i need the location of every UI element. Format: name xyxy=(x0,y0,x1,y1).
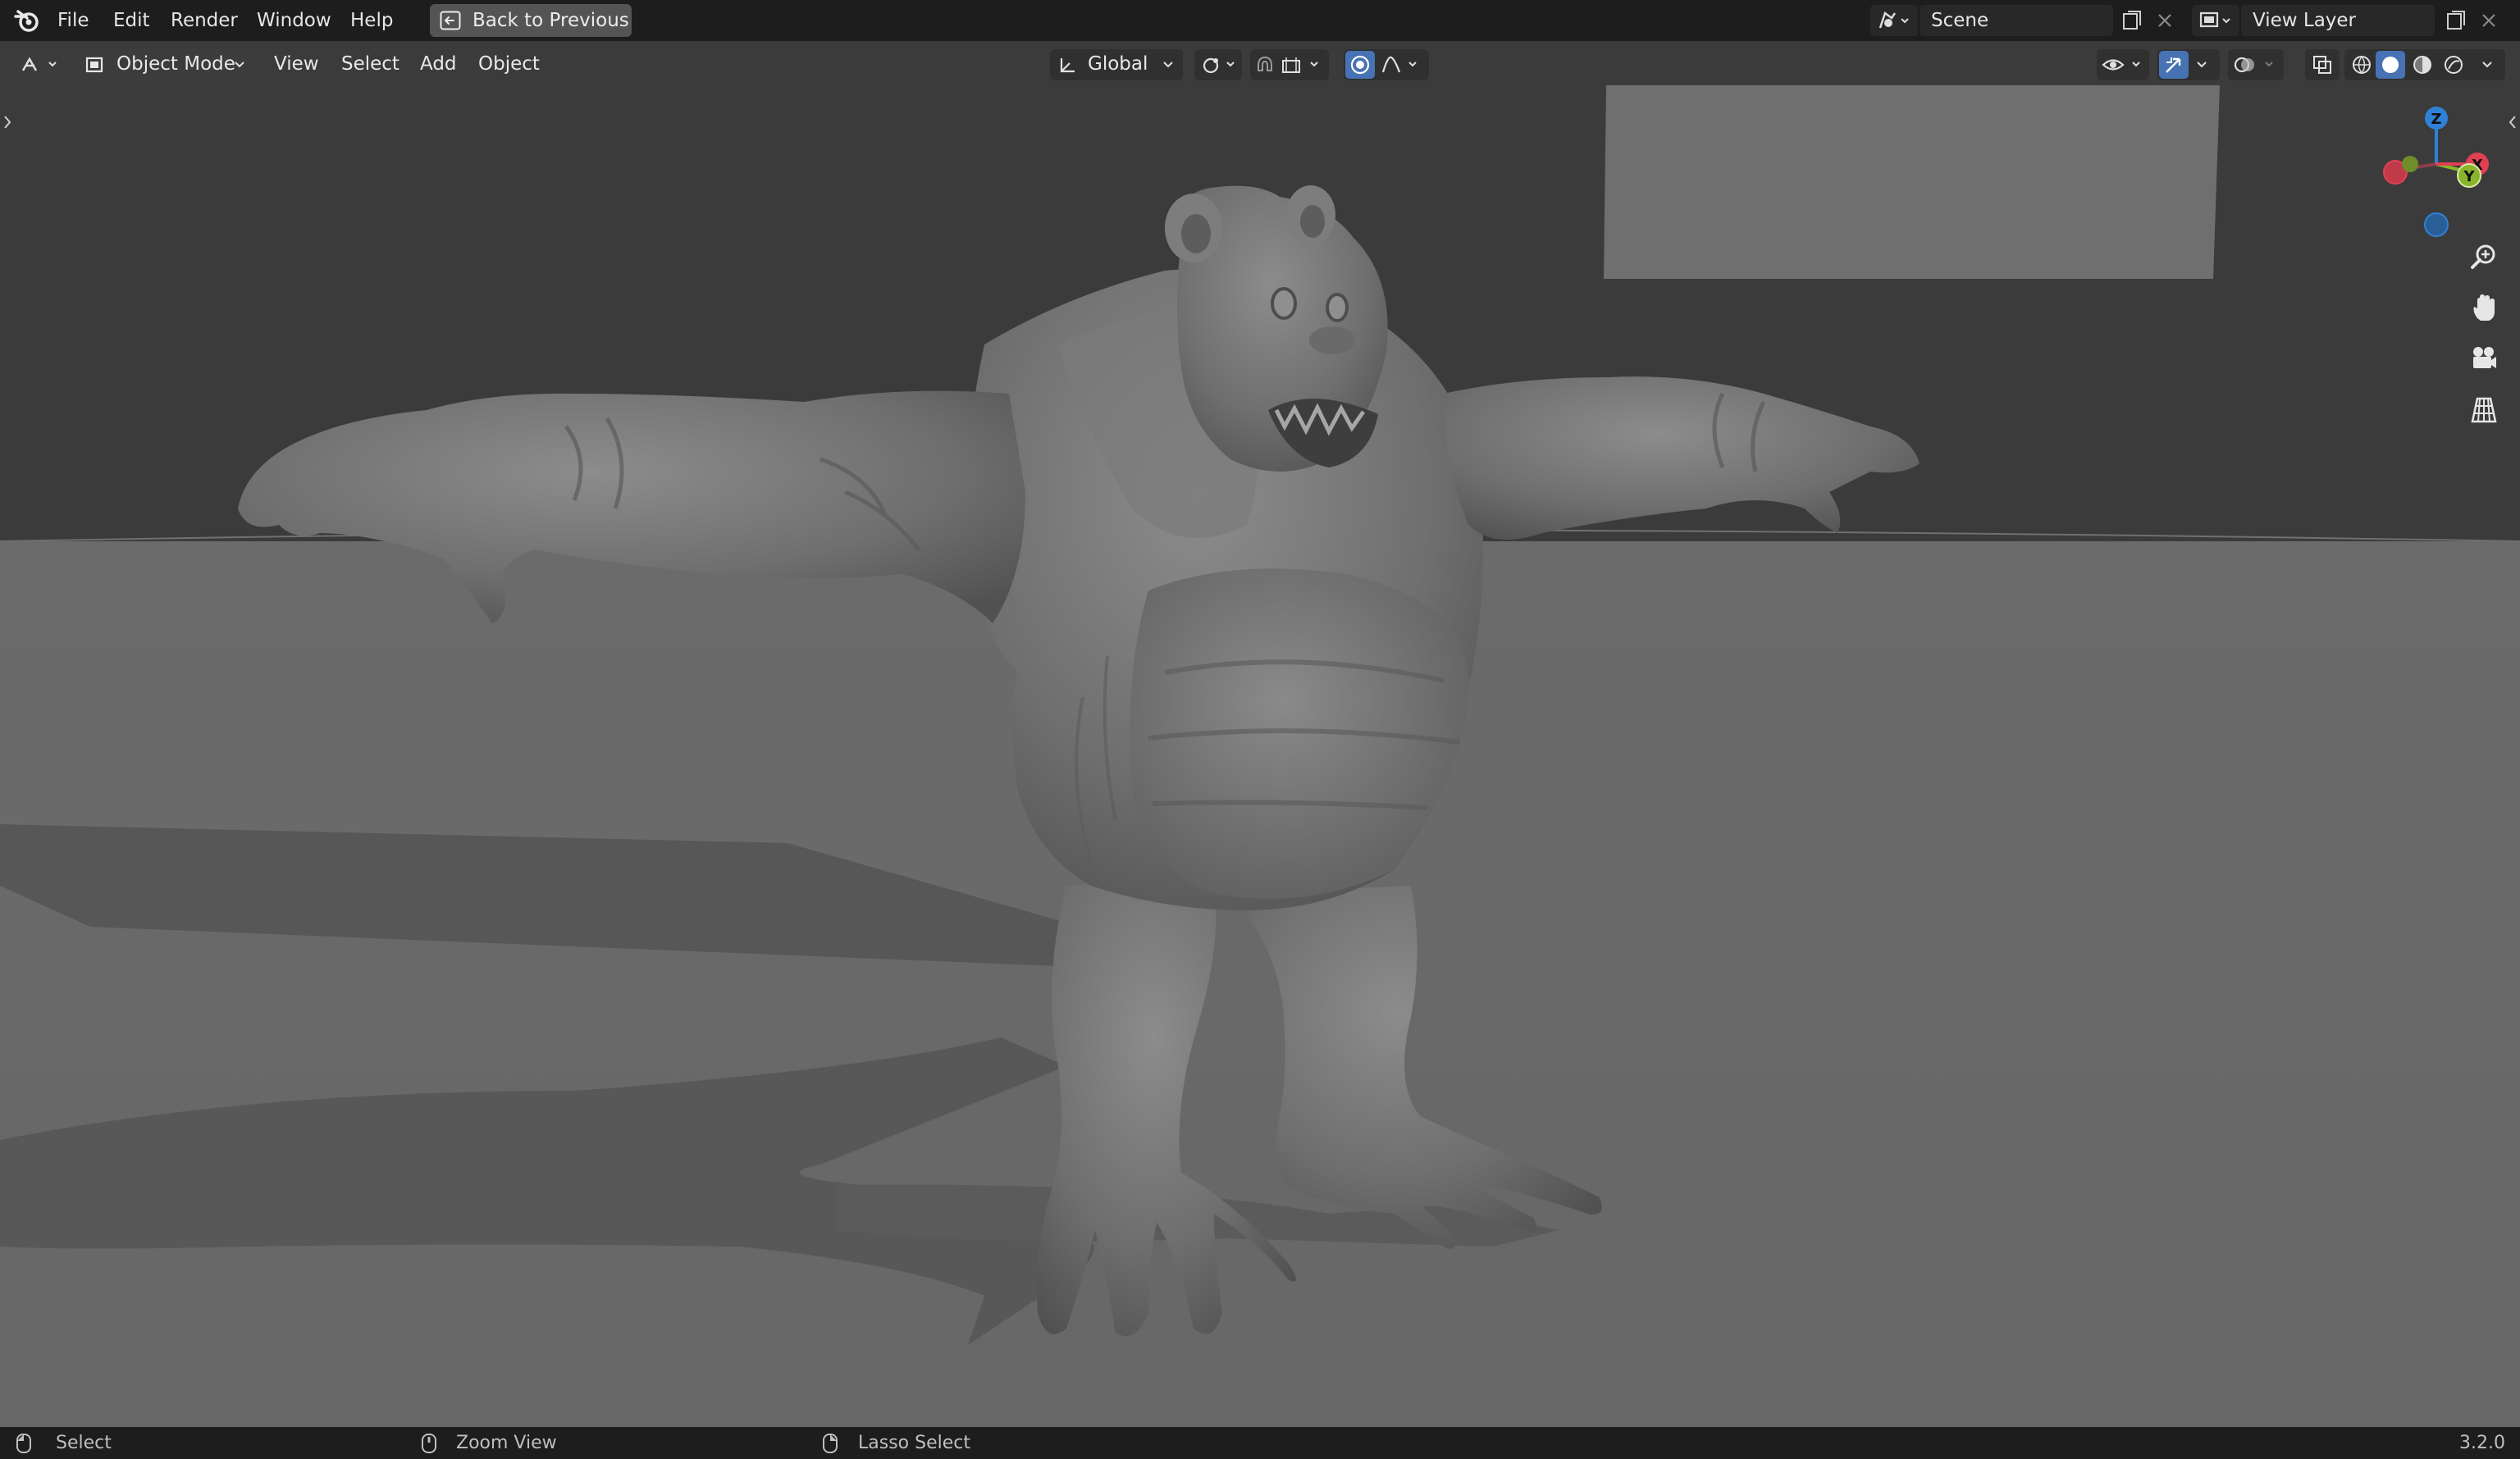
pivot-point-selector[interactable] xyxy=(1194,49,1242,80)
proportional-toggle[interactable] xyxy=(1345,51,1375,79)
snap-magnet-icon xyxy=(1258,56,1318,73)
status-lasso-hint: Lasso Select xyxy=(858,1433,970,1453)
view-layer-browse-button[interactable] xyxy=(2192,5,2239,36)
axis-z-label: Z xyxy=(2431,111,2441,128)
editor-type-selector[interactable] xyxy=(11,49,66,80)
area-light-plane xyxy=(1604,85,2220,279)
status-zoom-hint: Zoom View xyxy=(456,1433,557,1453)
view-layer-name: View Layer xyxy=(2253,10,2357,31)
zoom-tool-button[interactable] xyxy=(2464,238,2504,277)
eye-visibility-icon xyxy=(2102,59,2140,71)
mouse-left-icon xyxy=(16,1434,31,1453)
scene-name: Scene xyxy=(1931,10,1989,31)
menu-view[interactable]: View xyxy=(274,41,319,87)
viewport-header: Object Mode View Select Add Object Globa… xyxy=(0,41,2520,87)
overlays-icon xyxy=(2234,57,2273,73)
axis-neg-y-handle[interactable] xyxy=(2402,156,2418,172)
gizmo-toggle-icon xyxy=(2166,57,2181,73)
back-arrow-icon xyxy=(440,11,461,30)
close-view-layer-icon[interactable] xyxy=(2479,11,2499,30)
chevron-down-icon xyxy=(1163,62,1173,68)
version-label: 3.2.0 xyxy=(2459,1433,2505,1453)
chevron-down-icon xyxy=(2197,62,2207,68)
menu-object[interactable]: Object xyxy=(478,41,540,87)
blender-logo-icon[interactable] xyxy=(13,7,41,34)
chevron-down-icon xyxy=(235,62,244,68)
3d-viewport[interactable] xyxy=(0,41,2520,1427)
xray-toggle[interactable] xyxy=(2305,49,2340,80)
zoom-icon xyxy=(2471,244,2495,269)
snapping-controls[interactable] xyxy=(1250,49,1329,80)
pan-tool-button[interactable] xyxy=(2464,289,2504,328)
perspective-grid-icon xyxy=(2471,397,2497,423)
close-scene-icon[interactable] xyxy=(2155,11,2175,30)
orientation-axes-icon xyxy=(1060,58,1075,73)
3d-viewport-icon xyxy=(21,57,57,71)
gizmo-controls[interactable] xyxy=(2157,49,2220,80)
menu-help[interactable]: Help xyxy=(350,0,393,41)
material-preview-shading-icon[interactable] xyxy=(2410,54,2435,75)
back-to-previous-label: Back to Previous xyxy=(472,10,629,31)
menu-window[interactable]: Window xyxy=(257,0,331,41)
chevron-down-icon[interactable] xyxy=(2481,60,2494,70)
wireframe-shading-icon[interactable] xyxy=(2349,54,2374,75)
mouse-middle-icon xyxy=(422,1434,436,1453)
axis-neg-z-handle[interactable] xyxy=(2424,212,2449,237)
solid-shading-button[interactable] xyxy=(2376,51,2405,79)
new-scene-icon[interactable] xyxy=(2121,9,2143,32)
scene-name-field[interactable]: Scene xyxy=(1920,5,2113,36)
view-layer-name-field[interactable]: View Layer xyxy=(2241,5,2435,36)
status-bar: Select Zoom View Lasso Select 3.2.0 xyxy=(0,1427,2520,1459)
transform-orientation-selector[interactable]: Global xyxy=(1050,49,1183,80)
proportional-editing-icon xyxy=(1350,55,1370,75)
falloff-curve-icon xyxy=(1381,56,1417,73)
object-mode-icon xyxy=(85,57,103,73)
view-layer-icon xyxy=(2199,11,2230,28)
mode-label: Object Mode xyxy=(116,53,235,75)
overlays-controls[interactable] xyxy=(2228,49,2284,80)
camera-view-button[interactable] xyxy=(2464,340,2504,379)
top-menubar: File Edit Render Window Help Back to Pre… xyxy=(0,0,2520,41)
back-to-previous-button[interactable]: Back to Previous xyxy=(430,4,632,37)
status-select-hint: Select xyxy=(56,1433,112,1453)
menu-render[interactable]: Render xyxy=(171,0,238,41)
proportional-editing-controls[interactable] xyxy=(1344,49,1429,80)
pivot-point-icon xyxy=(1203,57,1235,74)
xray-toggle-icon xyxy=(2313,56,2331,74)
axis-y-label: Y xyxy=(2463,168,2475,185)
menu-select[interactable]: Select xyxy=(341,41,399,87)
solid-shading-icon xyxy=(2382,57,2399,73)
orientation-label: Global xyxy=(1088,53,1148,75)
toolbar-toggle-icon[interactable] xyxy=(2,113,13,131)
menu-file[interactable]: File xyxy=(57,0,89,41)
menu-edit[interactable]: Edit xyxy=(113,0,150,41)
scene-browse-button[interactable] xyxy=(1870,5,1918,36)
perspective-toggle-button[interactable] xyxy=(2464,390,2504,430)
scene-icon xyxy=(1879,11,1909,29)
menu-add[interactable]: Add xyxy=(420,41,457,87)
pan-hand-icon xyxy=(2473,294,2495,321)
mouse-right-icon xyxy=(823,1434,838,1453)
navigation-gizmo[interactable]: Z X Y xyxy=(2362,98,2510,246)
shading-mode-group[interactable] xyxy=(2344,49,2505,80)
object-visibility-selector[interactable] xyxy=(2097,49,2149,80)
camera-view-icon xyxy=(2473,347,2496,368)
rendered-shading-icon[interactable] xyxy=(2441,54,2466,75)
new-view-layer-icon[interactable] xyxy=(2445,9,2468,32)
mode-selector[interactable]: Object Mode xyxy=(77,49,254,80)
viewport-scene xyxy=(0,41,2520,1427)
gizmo-toggle[interactable] xyxy=(2159,51,2189,79)
